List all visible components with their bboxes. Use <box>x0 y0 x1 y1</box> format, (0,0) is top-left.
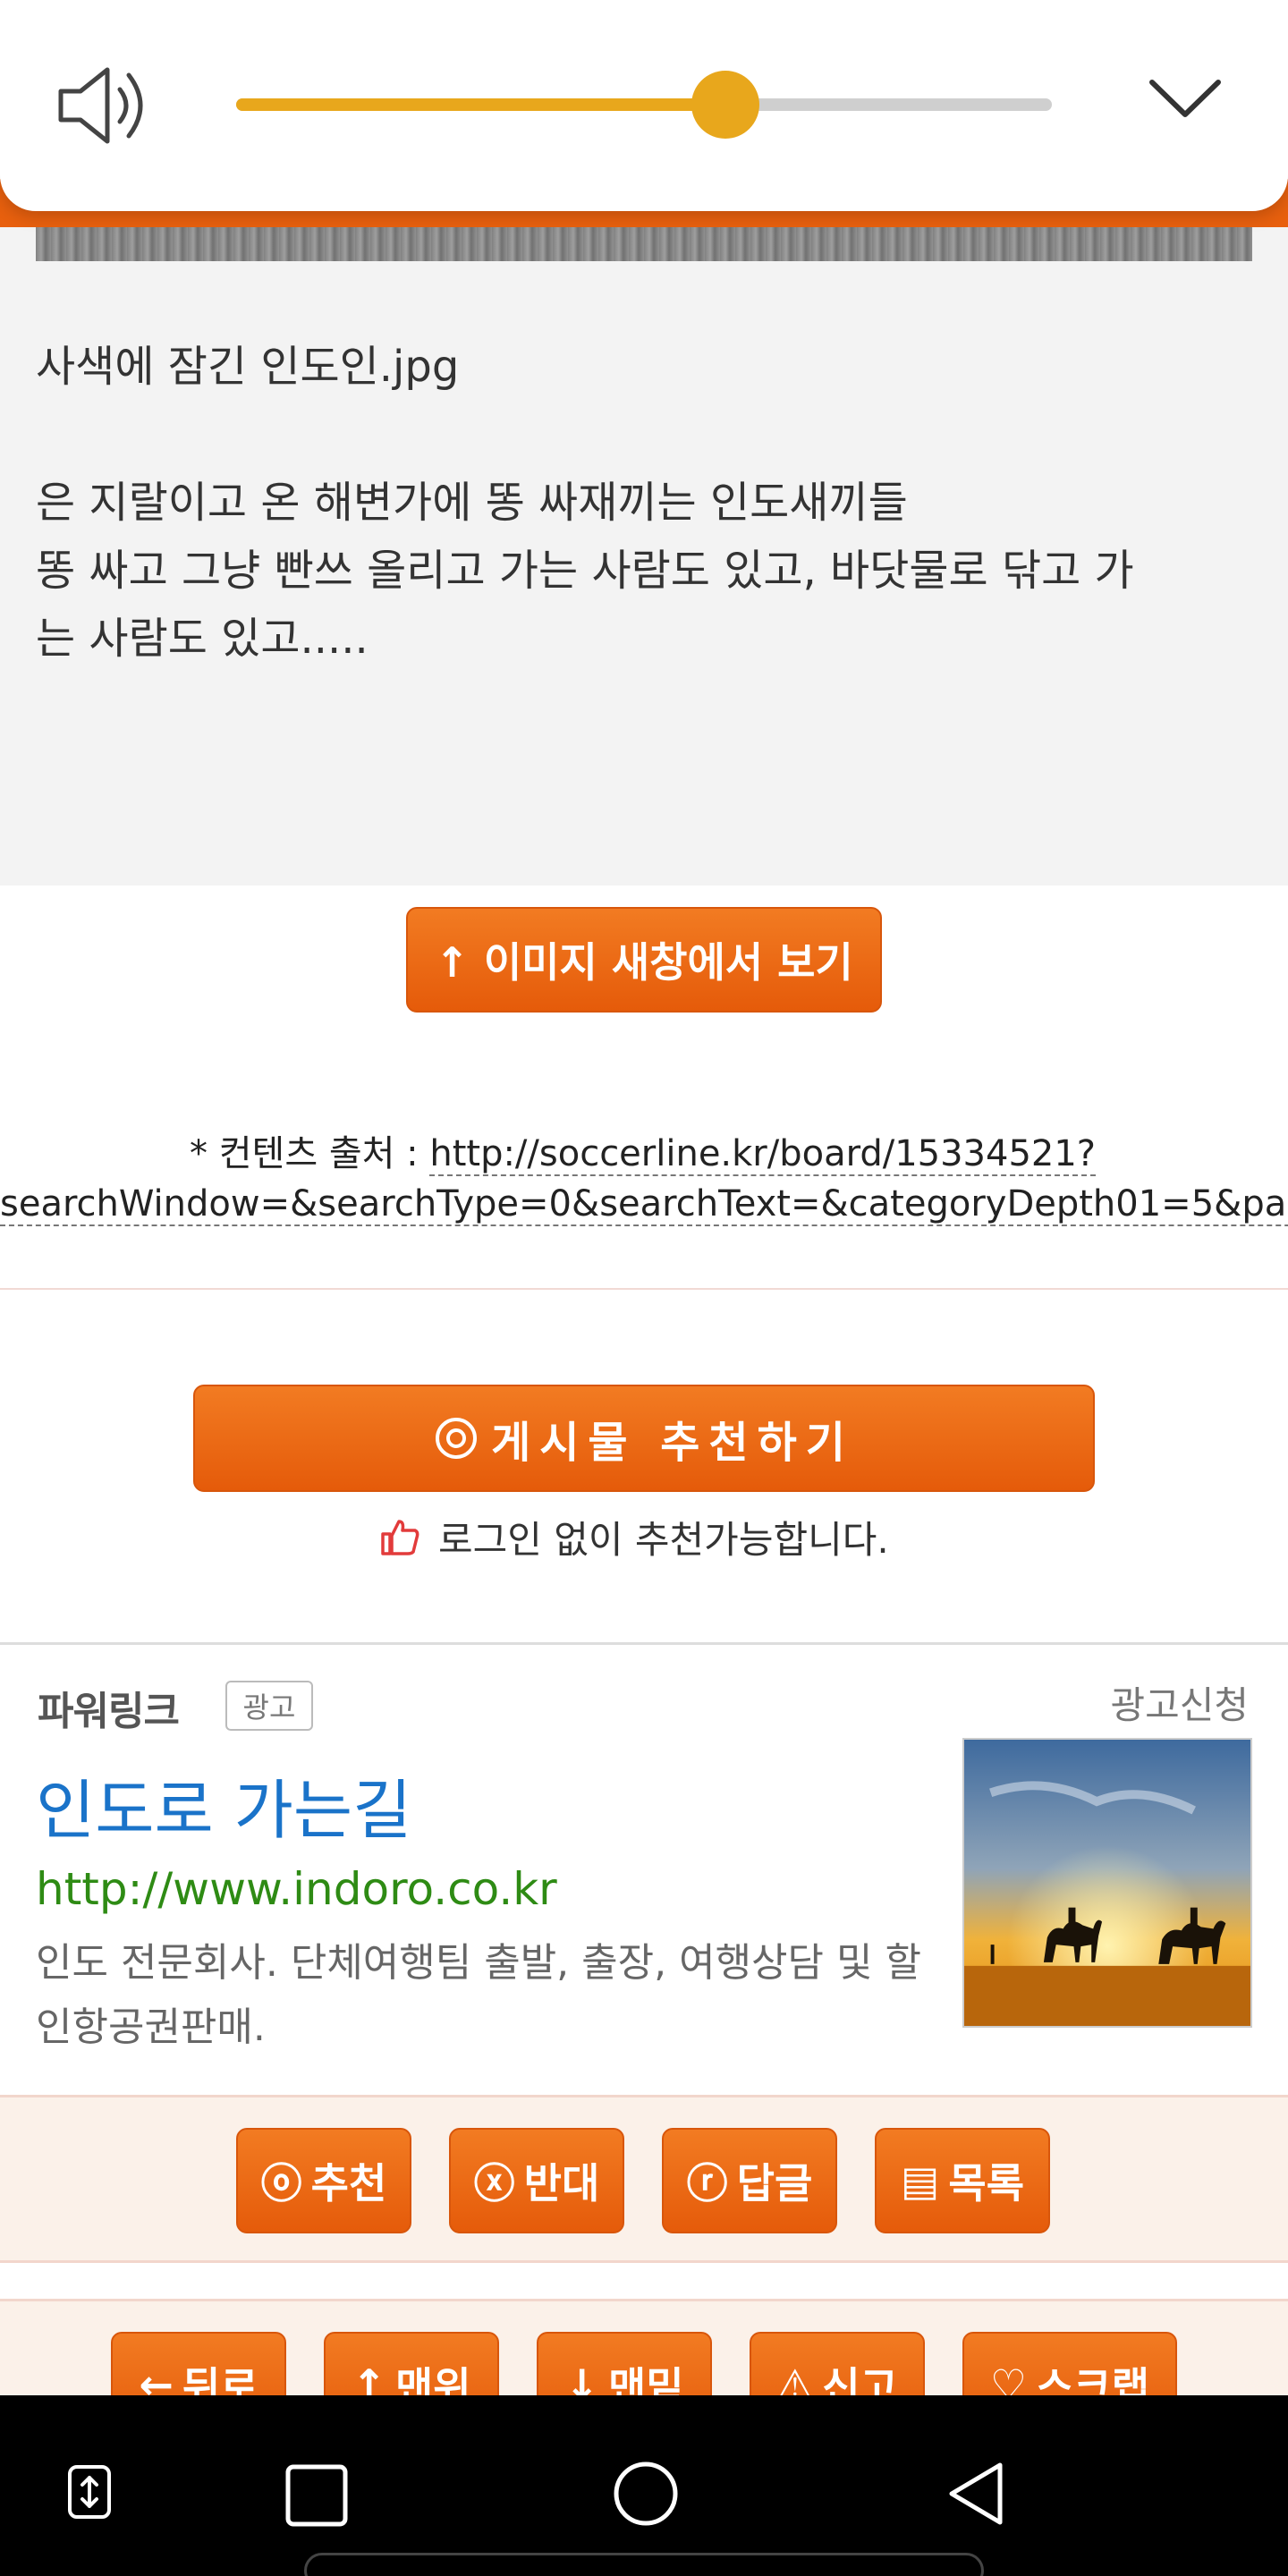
recommend-note-text: 로그인 없이 추천가능합니다. <box>438 1517 889 1562</box>
gesture-pill <box>304 2553 984 2576</box>
ad-brand: 파워링크 <box>38 1689 180 1734</box>
article-photo <box>36 227 1252 261</box>
volume-level-fill <box>236 98 726 111</box>
home-icon[interactable] <box>612 2460 680 2528</box>
ad-description: 인도 전문회사. 단체여행팀 출발, 출장, 여행상담 및 할인항공권판매. <box>36 1940 921 2050</box>
oppose-label: 반대 <box>523 2159 600 2207</box>
list-icon: ▤ <box>900 2157 940 2205</box>
recommend-post-button[interactable]: 게시물 추천하기 <box>193 1385 1095 1492</box>
source-link-continued[interactable]: searchWindow=&searchType=0&searchText=&c… <box>0 1183 1288 1226</box>
recommend-icon <box>436 1418 478 1459</box>
screen-pin-icon[interactable] <box>64 2463 114 2521</box>
open-image-new-window-label: ↑ 이미지 새창에서 보기 <box>435 938 853 987</box>
action-bar: ⓞ 추천 ⓧ 반대 ⓡ 답글 ▤ 목록 <box>0 2095 1288 2263</box>
source-link[interactable]: http://soccerline.kr/board/15334521? <box>429 1133 1097 1176</box>
speaker-icon[interactable] <box>54 61 152 150</box>
reply-button[interactable]: ⓡ 답글 <box>662 2128 837 2233</box>
ad-desert-camel-image[interactable] <box>962 1738 1252 2028</box>
recent-apps-icon[interactable] <box>284 2463 349 2528</box>
ad-apply-link[interactable]: 광고신청 <box>1110 1675 1249 1730</box>
oppose-button[interactable]: ⓧ 반대 <box>449 2128 624 2233</box>
recommend-icon: ⓞ <box>260 2159 302 2207</box>
list-label: 목록 <box>948 2159 1025 2207</box>
reply-label: 답글 <box>736 2159 813 2207</box>
back-nav-icon[interactable] <box>945 2460 1007 2528</box>
body-line-2: 똥 싸고 그냥 빤쓰 올리고 가는 사람도 있고, 바닷물로 닦고 가 <box>36 546 1134 596</box>
volume-panel <box>0 0 1288 211</box>
screen: 사색에 잠긴 인도인.jpg 은 지랄이고 온 해변가에 똥 싸재끼는 인도새끼… <box>0 0 1288 2576</box>
recommend-post-label: 게시물 추천하기 <box>491 1418 854 1468</box>
reply-icon: ⓡ <box>686 2159 728 2207</box>
recommend-button[interactable]: ⓞ 추천 <box>236 2128 411 2233</box>
oppose-icon: ⓧ <box>473 2159 515 2207</box>
recommend-label: 추천 <box>310 2159 387 2207</box>
divider <box>0 1288 1288 1290</box>
ad-url-link[interactable]: http://www.indoro.co.kr <box>36 1863 557 1915</box>
image-caption: 사색에 잠긴 인도인.jpg <box>36 342 460 392</box>
body-line-3: 는 사람도 있고..... <box>36 614 369 664</box>
open-image-new-window-button[interactable]: ↑ 이미지 새창에서 보기 <box>406 907 882 1013</box>
body-line-1: 은 지랄이고 온 해변가에 똥 싸재끼는 인도새끼들 <box>36 478 908 528</box>
list-button[interactable]: ▤ 목록 <box>875 2128 1050 2233</box>
volume-slider-thumb[interactable] <box>691 71 760 139</box>
chevron-down-icon[interactable] <box>1145 72 1225 125</box>
recommend-note: 로그인 없이 추천가능합니다. <box>379 1510 889 1563</box>
power-link-ad: 파워링크 광고 광고신청 인도로 가는길 http://www.indoro.c… <box>0 1642 1288 2095</box>
ad-title-link[interactable]: 인도로 가는길 <box>36 1758 411 1852</box>
volume-slider[interactable] <box>236 71 1052 139</box>
system-nav-bar <box>0 2395 1288 2576</box>
source-prefix: * 컨텐츠 출처 : <box>190 1133 430 1174</box>
thumbs-up-icon <box>381 1520 419 1555</box>
ad-badge: 광고 <box>225 1681 313 1731</box>
